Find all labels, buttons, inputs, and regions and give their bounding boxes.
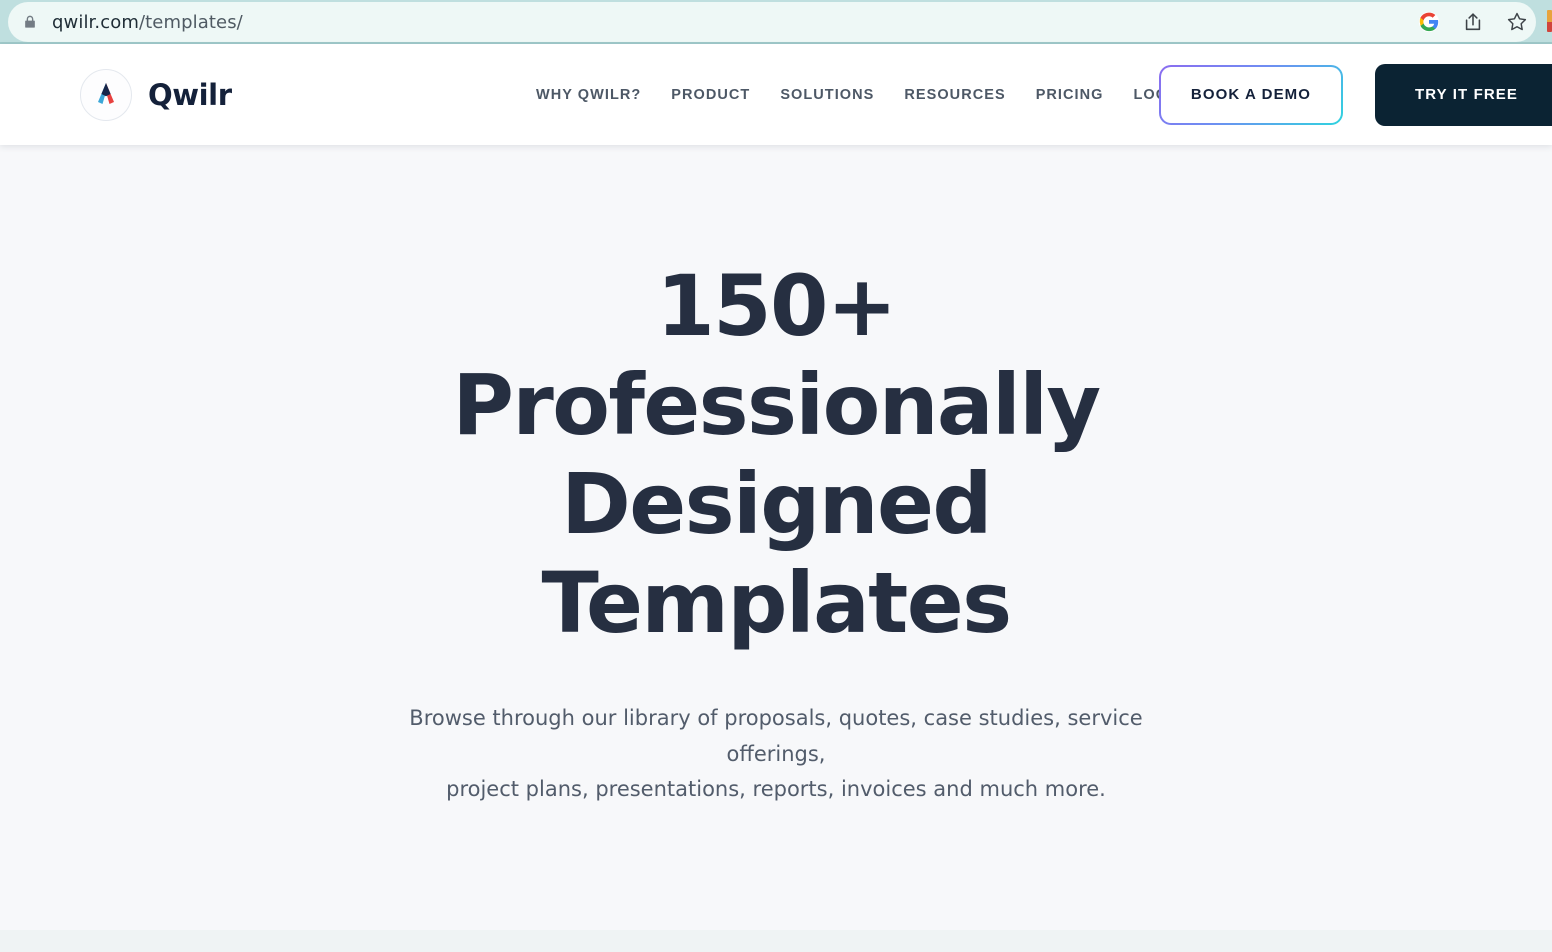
page-content: 150+ Professionally Designed Templates B… (0, 145, 1552, 952)
page-subtitle: Browse through our library of proposals,… (381, 701, 1171, 807)
brand-name: Qwilr (148, 77, 232, 112)
site-header: Qwilr WHY QWILR? PRODUCT SOLUTIONS RESOU… (0, 44, 1552, 145)
nav-item-pricing[interactable]: PRICING (1036, 87, 1104, 103)
url-path: /templates/ (138, 11, 243, 33)
page-bottom-band (0, 930, 1552, 952)
book-a-demo-button[interactable]: BOOK A DEMO (1158, 64, 1344, 125)
page-title-line-1: 150+ Professionally (452, 257, 1101, 455)
brand-logo[interactable]: Qwilr (80, 68, 232, 121)
nav-item-solutions[interactable]: SOLUTIONS (780, 87, 874, 103)
browser-chrome: qwilr.com/templates/ (0, 0, 1552, 44)
qwilr-logo-icon (80, 68, 132, 121)
nav-item-resources[interactable]: RESOURCES (904, 87, 1005, 103)
address-bar-text: qwilr.com/templates/ (52, 12, 243, 33)
nav-item-product[interactable]: PRODUCT (671, 87, 750, 103)
extension-icon-partial[interactable] (1547, 10, 1552, 32)
address-bar[interactable]: qwilr.com/templates/ (8, 2, 1536, 42)
main-navigation: WHY QWILR? PRODUCT SOLUTIONS RESOURCES P… (536, 44, 1215, 145)
hero-section: 150+ Professionally Designed Templates B… (0, 145, 1552, 807)
bookmark-star-icon[interactable] (1506, 11, 1528, 33)
lock-icon (25, 15, 35, 28)
page-subtitle-line-2: project plans, presentations, reports, i… (446, 776, 1106, 801)
page-title: 150+ Professionally Designed Templates (381, 257, 1171, 653)
header-cta-group: BOOK A DEMO TRY IT FREE (1158, 44, 1552, 145)
try-it-free-button[interactable]: TRY IT FREE (1375, 63, 1552, 126)
nav-item-why-qwilr[interactable]: WHY QWILR? (536, 87, 641, 103)
share-icon[interactable] (1462, 11, 1484, 33)
browser-action-icons (1418, 0, 1528, 44)
page-title-line-2: Designed Templates (541, 455, 1013, 653)
page-subtitle-line-1: Browse through our library of proposals,… (409, 706, 1143, 766)
google-account-icon[interactable] (1418, 11, 1440, 33)
url-host: qwilr.com (52, 11, 139, 33)
